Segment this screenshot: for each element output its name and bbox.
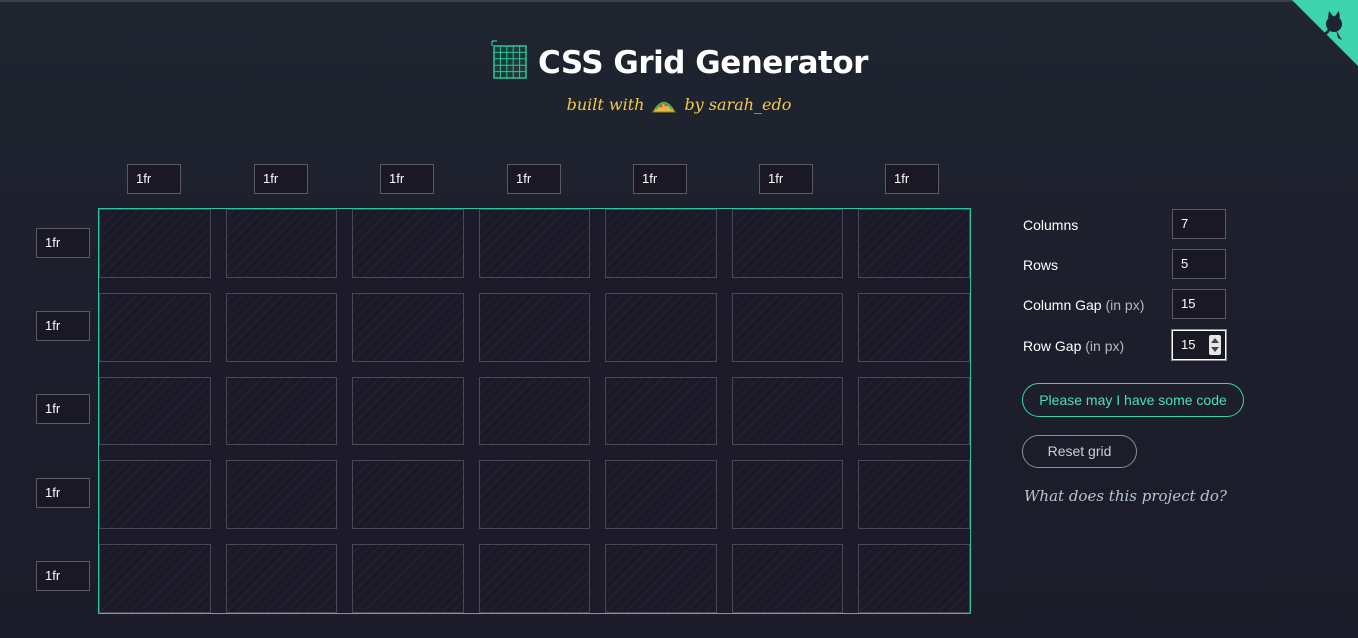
byline: built with by sarah_edo xyxy=(0,95,1358,114)
grid-cell[interactable] xyxy=(99,209,211,278)
taco-icon xyxy=(652,97,677,113)
grid-cell[interactable] xyxy=(858,544,970,613)
columns-input[interactable]: 7 xyxy=(1172,209,1226,239)
column-track-input-3[interactable]: 1fr xyxy=(380,164,434,194)
grid-cell[interactable] xyxy=(225,376,338,446)
grid-cell[interactable] xyxy=(225,460,338,530)
column-track-input-7[interactable]: 1fr xyxy=(885,164,939,194)
column-track-input-2[interactable]: 1fr xyxy=(254,164,308,194)
rows-input[interactable]: 5 xyxy=(1172,249,1226,279)
get-code-button[interactable]: Please may I have some code xyxy=(1022,383,1244,417)
grid-cell[interactable] xyxy=(605,460,717,530)
grid-cell[interactable] xyxy=(731,460,844,530)
grid-cell[interactable] xyxy=(605,544,717,613)
title-row: CSS Grid Generator xyxy=(0,40,1358,85)
column-track-input-5[interactable]: 1fr xyxy=(633,164,687,194)
github-octocat-icon xyxy=(1292,0,1358,66)
grid-cell[interactable] xyxy=(605,209,717,278)
spinner-up-icon[interactable] xyxy=(1211,338,1219,343)
grid-logo-icon xyxy=(490,40,528,85)
grid-cell[interactable] xyxy=(731,544,844,613)
column-gap-unit: (in px) xyxy=(1105,297,1145,313)
grid-cell[interactable] xyxy=(352,376,464,446)
grid-cell[interactable] xyxy=(858,376,970,446)
row-track-input-5[interactable]: 1fr xyxy=(36,561,90,591)
number-spinner[interactable] xyxy=(1209,335,1221,355)
column-gap-label-text: Column Gap xyxy=(1023,297,1102,313)
grid-cell[interactable] xyxy=(478,209,591,278)
grid-cell[interactable] xyxy=(99,292,211,362)
grid-preview[interactable] xyxy=(98,208,971,614)
grid-cell[interactable] xyxy=(225,544,338,613)
grid-cell[interactable] xyxy=(858,460,970,530)
spinner-down-icon[interactable] xyxy=(1211,347,1219,352)
grid-cell[interactable] xyxy=(225,292,338,362)
grid-cell[interactable] xyxy=(605,376,717,446)
grid-cell[interactable] xyxy=(858,209,970,278)
reset-grid-button[interactable]: Reset grid xyxy=(1022,435,1137,468)
column-gap-label: Column Gap (in px) xyxy=(1023,297,1144,313)
grid-cell[interactable] xyxy=(731,209,844,278)
column-track-input-4[interactable]: 1fr xyxy=(507,164,561,194)
column-track-input-6[interactable]: 1fr xyxy=(759,164,813,194)
grid-cell[interactable] xyxy=(731,292,844,362)
grid-cell[interactable] xyxy=(352,209,464,278)
grid-cell[interactable] xyxy=(478,460,591,530)
grid-cell[interactable] xyxy=(352,544,464,613)
grid-cell[interactable] xyxy=(225,209,338,278)
row-track-input-4[interactable]: 1fr xyxy=(36,478,90,508)
grid-cell[interactable] xyxy=(478,544,591,613)
grid-cell[interactable] xyxy=(605,292,717,362)
built-with-text: built with xyxy=(566,95,645,114)
page-title: CSS Grid Generator xyxy=(538,44,868,81)
grid-cell[interactable] xyxy=(352,292,464,362)
column-gap-input[interactable]: 15 xyxy=(1172,289,1226,319)
project-info-link[interactable]: What does this project do? xyxy=(1024,487,1227,505)
row-track-input-1[interactable]: 1fr xyxy=(36,228,90,258)
row-gap-label: Row Gap (in px) xyxy=(1023,338,1124,354)
grid-cell[interactable] xyxy=(99,544,211,613)
row-gap-unit: (in px) xyxy=(1085,338,1125,354)
row-gap-label-text: Row Gap xyxy=(1023,338,1082,354)
row-track-input-2[interactable]: 1fr xyxy=(36,311,90,341)
grid-cell[interactable] xyxy=(478,292,591,362)
top-border xyxy=(0,0,1358,2)
grid-cell[interactable] xyxy=(478,376,591,446)
grid-cell[interactable] xyxy=(99,460,211,530)
grid-cell[interactable] xyxy=(99,376,211,446)
columns-label: Columns xyxy=(1023,217,1079,233)
grid-cell[interactable] xyxy=(858,292,970,362)
row-gap-value: 15 xyxy=(1181,337,1196,352)
rows-label: Rows xyxy=(1023,257,1059,273)
column-track-input-1[interactable]: 1fr xyxy=(127,164,181,194)
row-track-input-3[interactable]: 1fr xyxy=(36,394,90,424)
author-text: by sarah_edo xyxy=(684,95,792,114)
row-gap-input[interactable]: 15 xyxy=(1172,330,1226,360)
page-header: CSS Grid Generator built with by sarah_e… xyxy=(0,40,1358,114)
grid-cell[interactable] xyxy=(352,460,464,530)
grid-cell[interactable] xyxy=(731,376,844,446)
github-corner-link[interactable] xyxy=(1292,0,1358,66)
